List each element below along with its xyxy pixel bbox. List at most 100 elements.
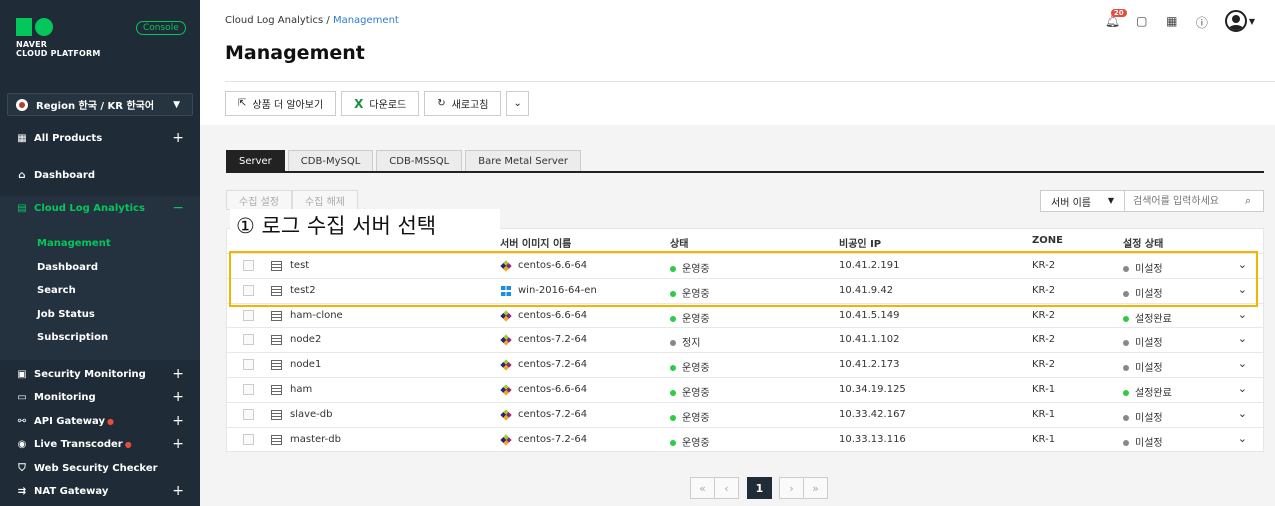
sidebar-item-security-monitoring[interactable]: ▣ Security Monitoring + [0, 362, 200, 386]
chevron-down-icon[interactable]: ⌄ [1238, 283, 1247, 296]
bell-icon[interactable]: 🔔︎ 20 [1105, 9, 1127, 28]
sidebar-item-web-security-checker[interactable]: ⛉ Web Security Checker [0, 456, 200, 480]
region-selector[interactable]: Region 한국 / KR 한국어 ▼ [7, 93, 193, 116]
server-image: win-2016-64-en [518, 284, 597, 296]
sidebar-item-label: Dashboard [34, 169, 95, 181]
sidebar-item-monitoring[interactable]: ▭ Monitoring + [0, 385, 200, 409]
private-ip: 10.41.2.173 [839, 359, 900, 371]
sidebar-sub-job-status[interactable]: Job Status [37, 309, 95, 320]
refresh-icon: ↻ [437, 98, 446, 109]
table-row[interactable]: ham-clone centos-6.6-64 운영중 10.41.5.149 KR-2… [227, 302, 1263, 328]
home-icon: ⌂ [18, 169, 26, 181]
table-row[interactable]: test centos-6.6-64 운영중 10.41.2.191 KR-2 미설정 ⌄ [227, 253, 1263, 278]
sidebar-item-live-transcoder[interactable]: ◉ Live Transcoder ● + [0, 432, 200, 456]
chevron-down-icon[interactable]: ⌄ [1238, 332, 1247, 345]
info-icon[interactable]: ⓘ [1195, 14, 1209, 30]
sidebar-item-label: Security Monitoring [34, 368, 146, 380]
sidebar-item-cloud-log-analytics[interactable]: ▤ Cloud Log Analytics − [0, 196, 200, 220]
table-row[interactable]: slave-db centos-7.2-64 운영중 10.33.42.167 KR-1… [227, 401, 1263, 427]
refresh-label: 새로고침 [451, 100, 489, 111]
first-page-icon[interactable]: « [690, 477, 715, 499]
row-checkbox[interactable] [243, 383, 254, 395]
naver-cloud-logo[interactable]: NAVER CLOUD PLATFORM [16, 18, 101, 58]
centos-icon [500, 409, 512, 421]
private-ip: 10.41.1.102 [839, 334, 900, 346]
sidebar-item-label: Web Security Checker [34, 462, 158, 474]
sidebar-item-label: Monitoring [34, 391, 96, 403]
search-input[interactable] [1125, 190, 1264, 212]
collect-release-button[interactable]: 수집 해제 [291, 190, 358, 210]
tab-cdb-mssql[interactable]: CDB-MSSQL [376, 150, 463, 172]
setup-status: 미설정 [1123, 285, 1163, 300]
tab-server[interactable]: Server [226, 150, 285, 172]
expand-icon[interactable]: + [172, 130, 184, 146]
download-button[interactable]: X 다운로드 [341, 91, 420, 116]
breadcrumb-root[interactable]: Cloud Log Analytics [225, 15, 323, 26]
sidebar-item-dashboard[interactable]: ⌂ Dashboard [0, 163, 200, 187]
chevron-down-icon[interactable]: ⌄ [1238, 308, 1247, 321]
table-row[interactable]: node2 centos-7.2-64 정지 10.41.1.102 KR-2 미설정 ⌄ [227, 327, 1263, 352]
download-label: 다운로드 [369, 100, 407, 111]
chevron-down-icon[interactable]: ⌄ [1238, 357, 1247, 370]
status-text: 운영중 [682, 387, 710, 399]
server-status: 운영중 [670, 285, 710, 300]
row-checkbox[interactable] [243, 433, 254, 445]
expand-icon[interactable]: + [172, 483, 184, 499]
tab-bare-metal-server[interactable]: Bare Metal Server [465, 150, 582, 172]
sidebar-item-all-products[interactable]: ▦ All Products + [0, 126, 200, 150]
chat-icon[interactable]: ▢ [1135, 14, 1149, 28]
chevron-down-icon[interactable]: ⌄ [1238, 407, 1247, 420]
notification-badge: 20 [1110, 9, 1127, 17]
page-number[interactable]: 1 [747, 477, 772, 499]
status-dot-icon [670, 439, 676, 446]
sidebar-sub-subscription[interactable]: Subscription [37, 332, 108, 343]
chevron-down-icon[interactable]: ⌄ [1238, 258, 1247, 271]
row-checkbox[interactable] [243, 408, 254, 420]
console-badge[interactable]: Console [136, 21, 186, 35]
table-row[interactable]: ham centos-6.6-64 운영중 10.34.19.125 KR-1 설정완료 ⌄ [227, 376, 1263, 402]
sidebar-sub-search[interactable]: Search [37, 285, 76, 296]
search-field-select[interactable]: 서버 이름 ▼ [1040, 190, 1125, 212]
table-row[interactable]: test2 win-2016-64-en 운영중 10.41.9.42 KR-2 미설정 ⌄ [227, 277, 1263, 303]
header-zone: ZONE [1032, 235, 1063, 246]
row-checkbox[interactable] [243, 284, 254, 296]
tab-cdb-mysql[interactable]: CDB-MySQL [287, 150, 374, 172]
status-dot-icon [670, 290, 676, 297]
windows-icon [501, 285, 511, 296]
expand-icon[interactable]: + [172, 413, 184, 429]
collect-setup-button[interactable]: 수집 설정 [226, 190, 292, 210]
prev-page-icon[interactable]: ‹ [714, 477, 739, 499]
row-checkbox[interactable] [243, 309, 254, 321]
calendar-icon[interactable]: ▦ [1165, 14, 1179, 28]
breadcrumb-current[interactable]: Management [333, 15, 399, 26]
collapse-icon[interactable]: − [172, 200, 184, 216]
expand-icon[interactable]: + [172, 389, 184, 405]
server-status: 운영중 [670, 384, 710, 399]
chevron-down-icon[interactable]: ⌄ [1238, 432, 1247, 445]
server-table: 서버 이미지 이름 상태 비공인 IP ZONE 설정 상태 test cento… [226, 228, 1264, 453]
table-row[interactable]: master-db centos-7.2-64 운영중 10.33.13.116 KR-… [227, 426, 1263, 452]
learn-more-label: 상품 더 알아보기 [252, 100, 324, 111]
refresh-button[interactable]: ↻ 새로고침 [424, 91, 502, 116]
row-checkbox[interactable] [243, 260, 254, 271]
last-page-icon[interactable]: » [803, 477, 828, 499]
expand-icon[interactable]: + [172, 366, 184, 382]
status-text: 운영중 [682, 264, 710, 275]
learn-more-button[interactable]: ⇱ 상품 더 알아보기 [225, 91, 337, 116]
centos-icon [500, 334, 512, 347]
sidebar-item-api-gateway[interactable]: ⚯ API Gateway ● + [0, 409, 200, 433]
breadcrumb-separator: / [326, 15, 330, 26]
search-icon[interactable]: ⌕ [1245, 194, 1251, 208]
more-dropdown-button[interactable]: ⌄ [506, 91, 529, 116]
sidebar-item-nat-gateway[interactable]: ⇉ NAT Gateway + [0, 479, 200, 503]
table-row[interactable]: node1 centos-7.2-64 운영중 10.41.2.173 KR-2 미설정 ⌄ [227, 352, 1263, 377]
sidebar-sub-dashboard[interactable]: Dashboard [37, 262, 98, 273]
chevron-down-icon[interactable]: ⌄ [1238, 382, 1247, 395]
row-checkbox[interactable] [243, 359, 254, 371]
expand-icon[interactable]: + [172, 436, 184, 452]
row-checkbox[interactable] [243, 334, 254, 346]
user-menu[interactable]: ▼ [1224, 10, 1255, 32]
next-page-icon[interactable]: › [779, 477, 804, 499]
sidebar-item-label: All Products [34, 132, 103, 144]
sidebar-sub-management[interactable]: Management [37, 238, 111, 249]
